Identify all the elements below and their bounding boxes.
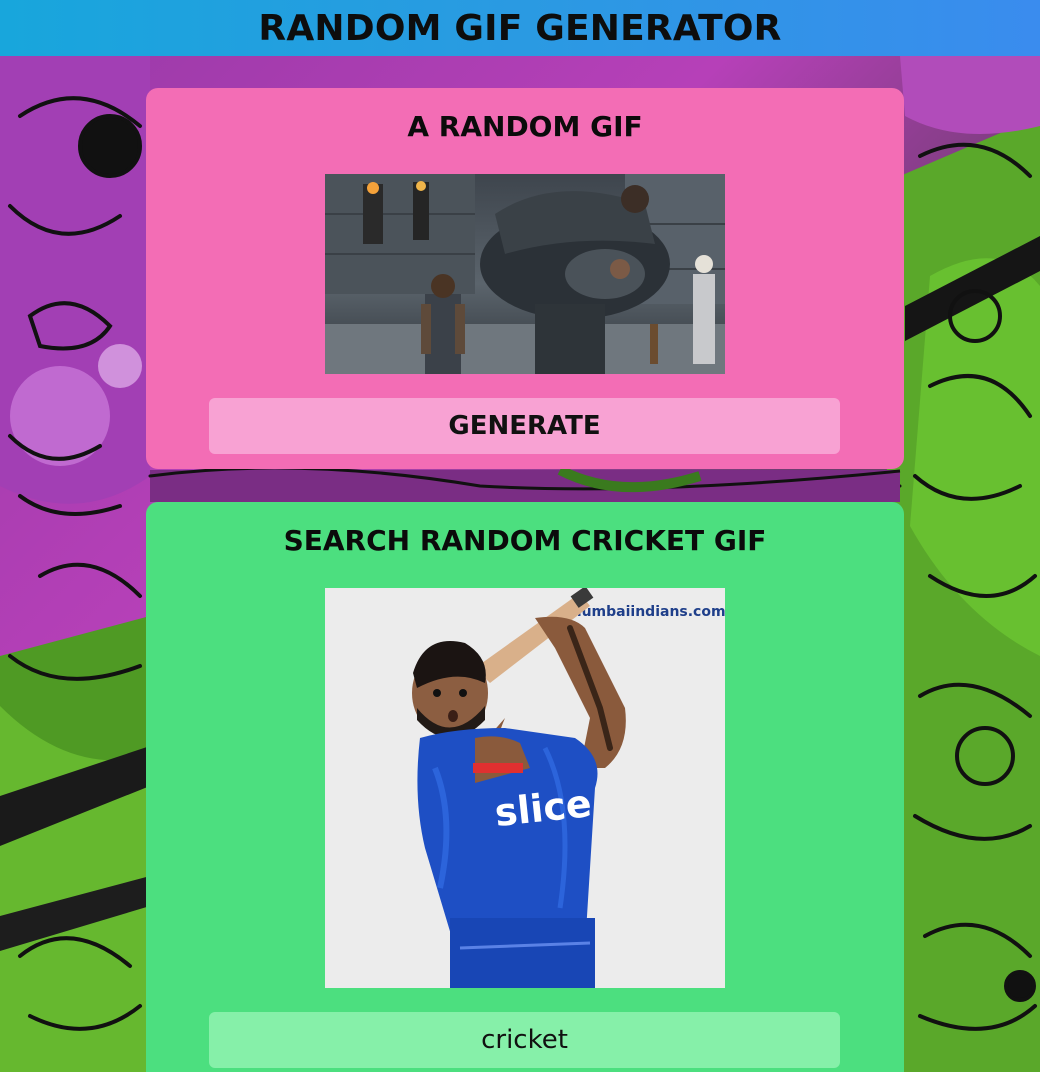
search-gif-card-title: SEARCH RANDOM CRICKET GIF (283, 524, 767, 557)
cricket-gif-image: mumbaiindians.com slice (325, 588, 725, 988)
gif-watermark: mumbaiindians.com (567, 604, 725, 620)
random-gif-card-title: A RANDOM GIF (407, 110, 643, 143)
random-gif-card: A RANDOM GIF GENERATE (146, 88, 904, 469)
random-gif-image (325, 174, 725, 374)
generate-button[interactable]: GENERATE (209, 398, 840, 454)
search-input[interactable] (209, 1012, 840, 1068)
search-gif-card: SEARCH RANDOM CRICKET GIF mumbaiindians.… (146, 502, 904, 1072)
app-header: RANDOM GIF GENERATOR (0, 0, 1040, 56)
page-title: RANDOM GIF GENERATOR (258, 7, 782, 49)
